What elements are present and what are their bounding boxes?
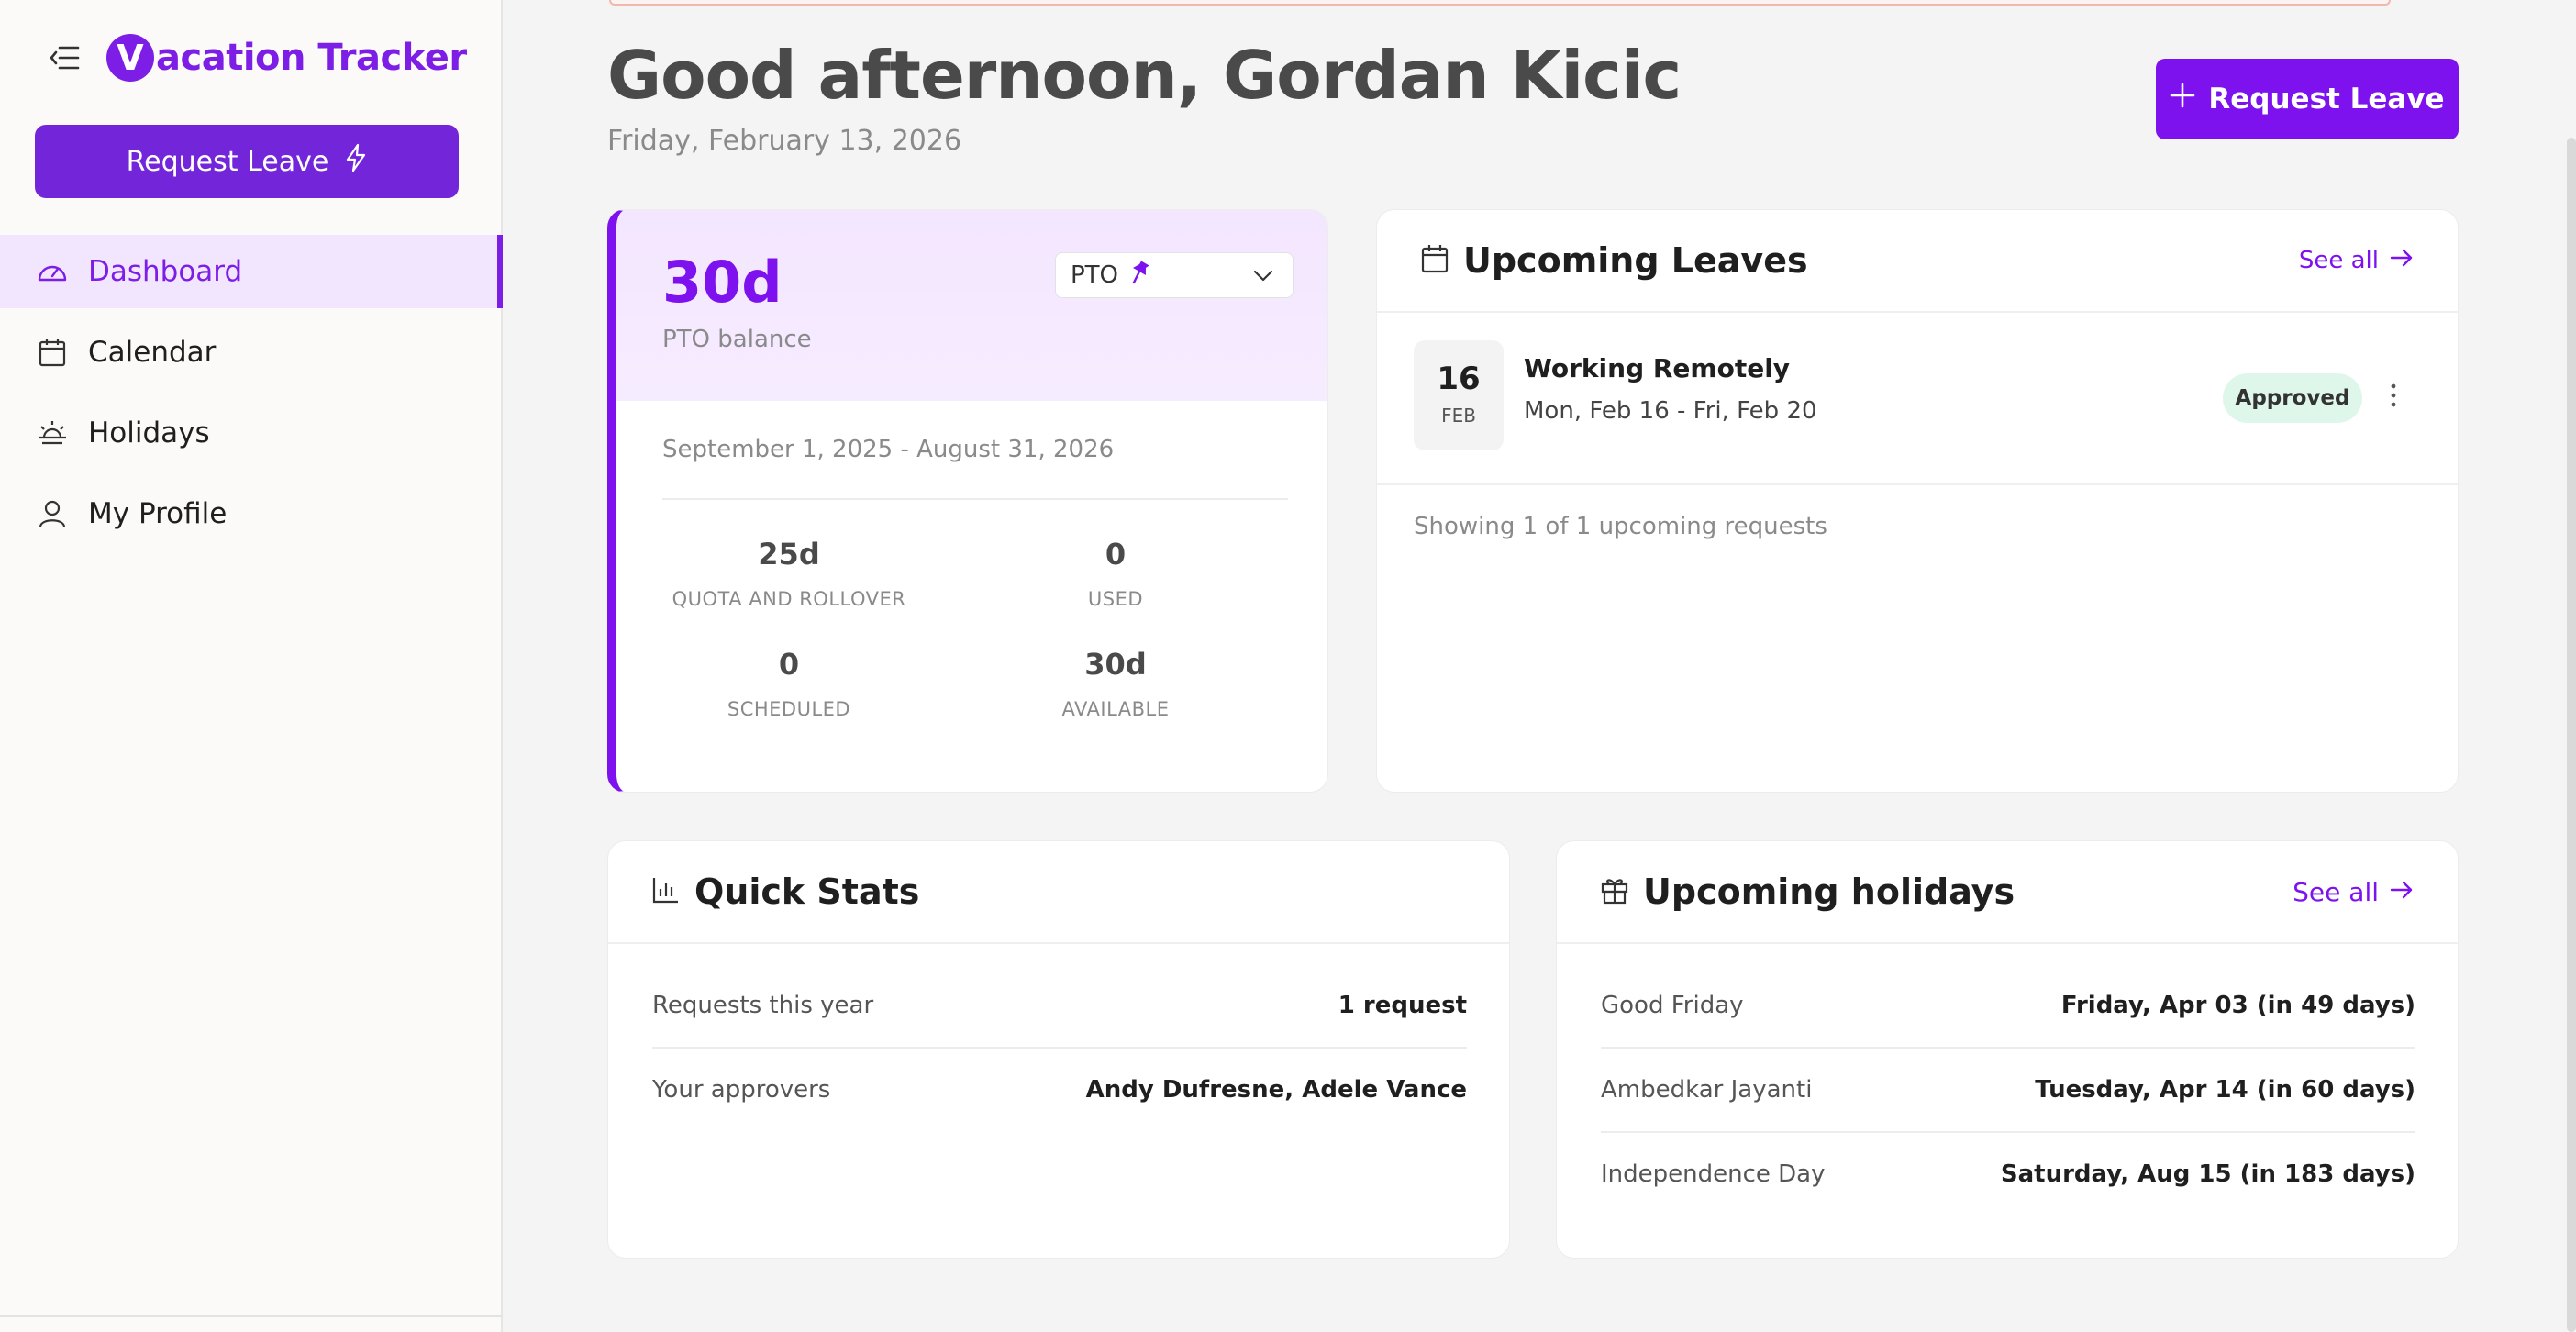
sidebar-request-leave-label: Request Leave bbox=[126, 145, 329, 178]
request-leave-label: Request Leave bbox=[2208, 83, 2445, 116]
lightning-icon bbox=[345, 143, 367, 180]
current-date: Friday, February 13, 2026 bbox=[607, 125, 962, 157]
stat-value: 25d bbox=[758, 537, 820, 572]
leave-day: 16 bbox=[1437, 361, 1481, 397]
sidebar-item-my-profile[interactable]: My Profile bbox=[0, 477, 503, 550]
stats-row-value: 1 request bbox=[1338, 992, 1467, 1019]
collapse-menu-icon[interactable] bbox=[48, 41, 81, 74]
stat-scheduled: 0 SCHEDULED bbox=[651, 647, 927, 720]
stats-row-label: Requests this year bbox=[652, 992, 874, 1019]
stats-row-value: Andy Dufresne, Adele Vance bbox=[1085, 1076, 1467, 1104]
upcoming-leaves-card: Upcoming Leaves See all 16 FEB Working R… bbox=[1376, 209, 2459, 793]
sidebar-item-label: My Profile bbox=[88, 497, 228, 530]
calendar-icon bbox=[1421, 244, 1449, 277]
see-all-label: See all bbox=[2298, 247, 2379, 274]
app-logo[interactable]: V acation Tracker bbox=[106, 34, 467, 82]
holiday-row: Independence Day Saturday, Aug 15 (in 18… bbox=[1601, 1133, 2415, 1215]
status-badge: Approved bbox=[2223, 373, 2362, 423]
holiday-row: Good Friday Friday, Apr 03 (in 49 days) bbox=[1601, 964, 2415, 1047]
list-item[interactable]: 16 FEB Working Remotely Mon, Feb 16 - Fr… bbox=[1377, 313, 2458, 483]
holiday-name: Good Friday bbox=[1601, 992, 1744, 1019]
holiday-date: Friday, Apr 03 (in 49 days) bbox=[2060, 992, 2415, 1019]
stats-row-label: Your approvers bbox=[652, 1076, 831, 1104]
page-scrollbar[interactable] bbox=[2567, 138, 2576, 1332]
stat-used: 0 USED bbox=[978, 537, 1253, 610]
upcoming-holidays-card: Upcoming holidays See all Good Friday Fr… bbox=[1556, 840, 2459, 1259]
divider bbox=[1377, 483, 2458, 485]
gift-icon bbox=[1601, 875, 1628, 908]
card-header: Upcoming holidays See all bbox=[1557, 841, 2458, 944]
holiday-date: Saturday, Aug 15 (in 183 days) bbox=[2000, 1160, 2415, 1188]
more-options-icon[interactable] bbox=[2390, 383, 2397, 412]
brand-row: V acation Tracker bbox=[48, 31, 467, 84]
holiday-date: Tuesday, Apr 14 (in 60 days) bbox=[2035, 1076, 2415, 1104]
stat-label: USED bbox=[1087, 588, 1144, 610]
sidebar-nav: Dashboard Calendar Holidays My Profile bbox=[0, 235, 503, 558]
plus-icon bbox=[2170, 83, 2195, 116]
holiday-row: Ambedkar Jayanti Tuesday, Apr 14 (in 60 … bbox=[1601, 1049, 2415, 1131]
sidebar-item-holidays[interactable]: Holidays bbox=[0, 396, 503, 470]
sidebar-item-calendar[interactable]: Calendar bbox=[0, 316, 503, 389]
stat-value: 0 bbox=[1105, 537, 1127, 572]
leave-range: Mon, Feb 16 - Fri, Feb 20 bbox=[1524, 397, 1817, 425]
pto-balance-card: 30d PTO balance PTO September 1, 2025 - … bbox=[607, 209, 1328, 793]
logo-text: acation Tracker bbox=[156, 37, 467, 79]
stat-label: AVAILABLE bbox=[1061, 698, 1170, 720]
page-title: Good afternoon, Gordan Kicic bbox=[607, 37, 1682, 114]
date-chip: 16 FEB bbox=[1414, 340, 1504, 450]
balance-value: 30d bbox=[662, 249, 783, 316]
stat-value: 0 bbox=[778, 647, 800, 682]
leave-list: 16 FEB Working Remotely Mon, Feb 16 - Fr… bbox=[1377, 313, 2458, 693]
stat-value: 30d bbox=[1084, 647, 1147, 682]
showing-count: Showing 1 of 1 upcoming requests bbox=[1414, 513, 1827, 540]
stat-label: SCHEDULED bbox=[727, 698, 851, 720]
leave-type-value: PTO bbox=[1071, 261, 1119, 289]
stat-quota: 25d QUOTA AND ROLLOVER bbox=[651, 537, 927, 610]
card-title: Upcoming holidays bbox=[1643, 871, 2015, 912]
user-icon bbox=[37, 498, 68, 529]
logo-mark: V bbox=[106, 34, 154, 82]
card-header: Upcoming Leaves See all bbox=[1377, 210, 2458, 313]
card-header: Quick Stats bbox=[608, 841, 1509, 944]
request-leave-button[interactable]: Request Leave bbox=[2156, 59, 2459, 139]
alert-banner-edge bbox=[609, 0, 2391, 6]
chevron-down-icon bbox=[1252, 264, 1274, 293]
stat-label: QUOTA AND ROLLOVER bbox=[672, 588, 906, 610]
sidebar-request-leave-button[interactable]: Request Leave bbox=[35, 125, 459, 198]
stats-row: Your approvers Andy Dufresne, Adele Vanc… bbox=[652, 1049, 1467, 1131]
quick-stats-card: Quick Stats Requests this year 1 request… bbox=[607, 840, 1510, 1259]
sidebar-item-label: Dashboard bbox=[88, 255, 243, 288]
sidebar-item-label: Calendar bbox=[88, 336, 217, 369]
stats-row: Requests this year 1 request bbox=[652, 964, 1467, 1047]
pin-icon bbox=[1127, 260, 1151, 292]
card-title: Upcoming Leaves bbox=[1463, 240, 1808, 281]
bar-chart-icon bbox=[652, 876, 680, 907]
balance-summary: 30d PTO balance PTO bbox=[616, 210, 1327, 401]
sidebar-item-dashboard[interactable]: Dashboard bbox=[0, 235, 503, 308]
gauge-icon bbox=[37, 256, 68, 287]
card-title: Quick Stats bbox=[694, 871, 920, 912]
see-all-leaves-link[interactable]: See all bbox=[2299, 247, 2414, 275]
see-all-holidays-link[interactable]: See all bbox=[2293, 877, 2414, 907]
sidebar-item-label: Holidays bbox=[88, 416, 210, 450]
leave-month: FEB bbox=[1441, 405, 1476, 427]
balance-label: PTO balance bbox=[662, 326, 812, 353]
holiday-name: Independence Day bbox=[1601, 1160, 1826, 1188]
divider bbox=[662, 498, 1288, 500]
see-all-label: See all bbox=[2293, 876, 2379, 907]
arrow-right-icon bbox=[2390, 247, 2414, 275]
stat-available: 30d AVAILABLE bbox=[978, 647, 1253, 720]
sunrise-icon bbox=[37, 417, 68, 449]
leave-title: Working Remotely bbox=[1524, 353, 1791, 383]
holiday-name: Ambedkar Jayanti bbox=[1601, 1076, 1813, 1104]
calendar-icon bbox=[37, 337, 68, 368]
sidebar-divider bbox=[0, 1315, 503, 1317]
leave-type-select[interactable]: PTO bbox=[1055, 252, 1294, 298]
arrow-right-icon bbox=[2390, 877, 2414, 907]
sidebar: V acation Tracker Request Leave Dashboar… bbox=[0, 0, 503, 1332]
balance-period: September 1, 2025 - August 31, 2026 bbox=[662, 436, 1115, 463]
